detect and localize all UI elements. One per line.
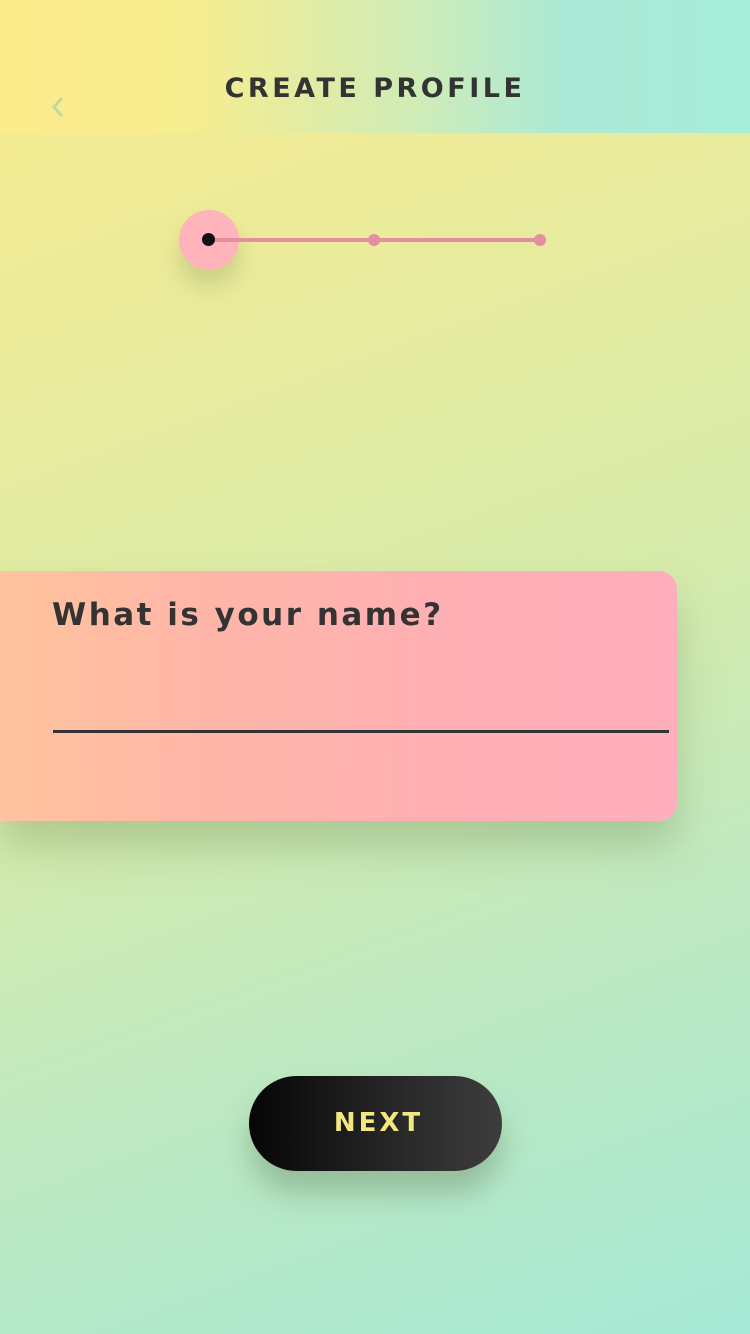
step-connector xyxy=(374,238,540,242)
step-dot-3 xyxy=(534,234,546,246)
question-card: What is your name? xyxy=(0,571,677,821)
step-connector xyxy=(210,238,374,242)
next-button[interactable]: NEXT xyxy=(249,1076,502,1171)
progress-stepper xyxy=(0,0,750,320)
step-dot-1 xyxy=(202,233,215,246)
question-label: What is your name? xyxy=(52,597,444,633)
next-button-label: NEXT xyxy=(333,1108,424,1138)
step-dot-2 xyxy=(368,234,380,246)
name-input[interactable] xyxy=(53,669,669,733)
